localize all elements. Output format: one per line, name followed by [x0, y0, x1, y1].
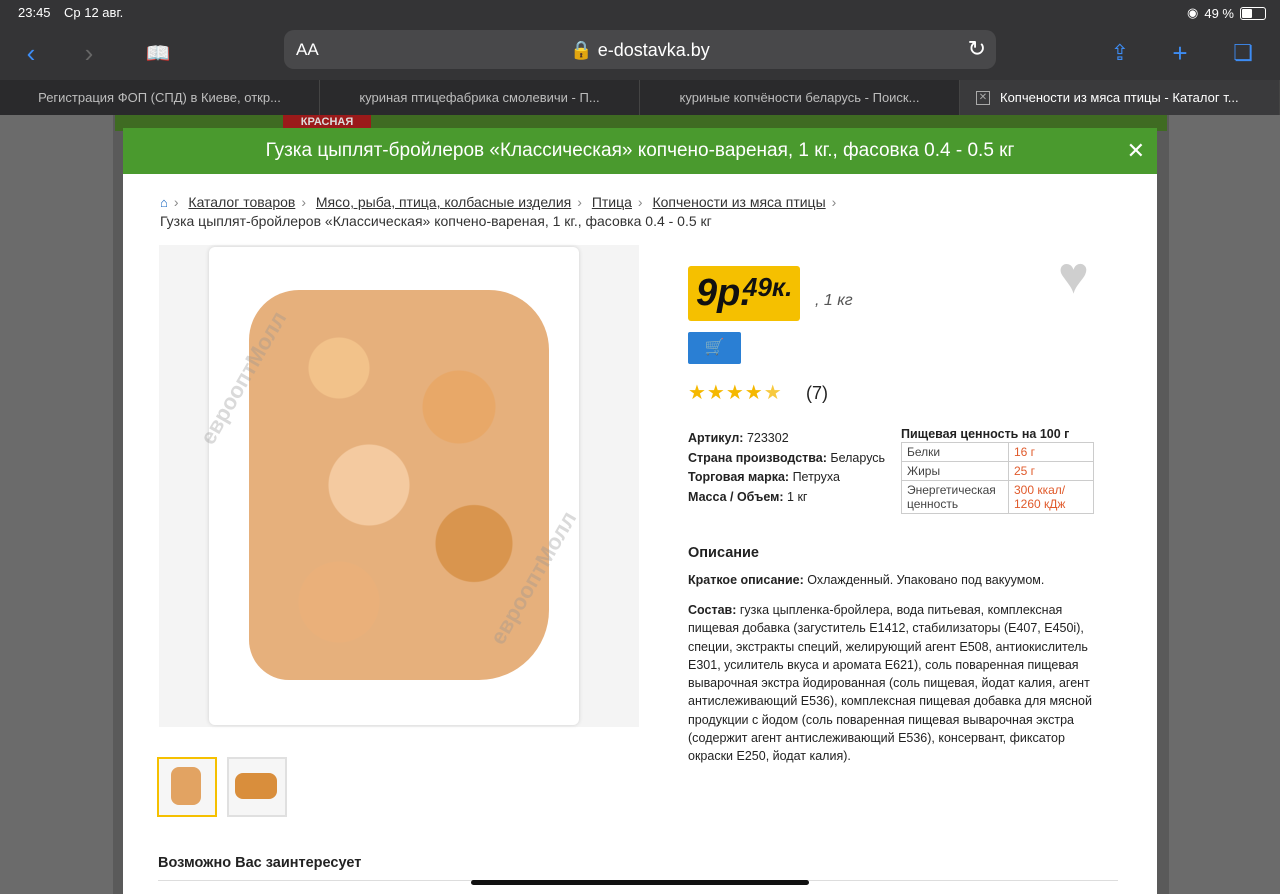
tab-4-label: Копчености из мяса птицы - Каталог т... — [1000, 90, 1239, 105]
price-unit: , 1 кг — [815, 292, 853, 309]
spec-article: Артикул: 723302 — [688, 429, 885, 449]
table-row: Энергетическая ценность 300 ккал/ 1260 кД… — [901, 480, 1094, 514]
thumbnail-1[interactable] — [157, 757, 217, 817]
breadcrumb-catalog[interactable]: Каталог товаров — [188, 194, 295, 210]
tab-1[interactable]: Регистрация ФОП (СПД) в Киеве, откр... — [0, 80, 320, 115]
tab-4-active[interactable]: ✕ Копчености из мяса птицы - Каталог т..… — [960, 80, 1280, 115]
tab-2[interactable]: куриная птицефабрика смолевичи - П... — [320, 80, 640, 115]
add-to-cart-button[interactable]: 🛒 — [688, 332, 741, 364]
table-row: Белки 16 г — [901, 442, 1094, 462]
url-value: e-dostavka.by — [597, 40, 710, 60]
close-icon[interactable]: ✕ — [1127, 128, 1145, 174]
composition-text: гузка цыпленка-бройлера, вода питьевая, … — [688, 603, 1092, 764]
battery-icon — [1240, 6, 1266, 20]
thumbnail-list — [157, 757, 287, 817]
rating-stars: ★★★★★ — [688, 382, 783, 404]
back-button[interactable]: ‹ — [14, 36, 48, 70]
lock-icon: 🔒 — [570, 40, 593, 60]
thumbnail-2[interactable] — [227, 757, 287, 817]
share-icon[interactable]: ⇪ — [1103, 36, 1137, 70]
favorite-heart-icon[interactable]: ♥ — [1058, 246, 1089, 306]
short-description-label: Краткое описание: — [688, 573, 804, 587]
nutrient-value: 16 г — [1008, 442, 1094, 462]
spec-brand: Торговая марка: Петруха — [688, 468, 885, 488]
price-kop: 49к. — [743, 272, 793, 302]
spec-value: Петруха — [792, 470, 840, 484]
breadcrumb-poultry[interactable]: Птица — [592, 194, 632, 210]
battery-percent: 49 % — [1204, 5, 1234, 21]
modal-title: Гузка цыплят-бройлеров «Классическая» ко… — [265, 140, 1015, 161]
tab-strip: Регистрация ФОП (СПД) в Киеве, откр... к… — [0, 80, 1280, 115]
nutrient-value: 25 г — [1008, 461, 1094, 481]
new-tab-icon[interactable]: + — [1163, 36, 1197, 70]
composition: Состав: гузка цыпленка-бройлера, вода пи… — [688, 601, 1108, 766]
spec-label: Торговая марка: — [688, 470, 790, 484]
status-date: Ср 12 авг. — [64, 5, 124, 20]
tabs-overview-icon[interactable]: ❏ — [1226, 36, 1260, 70]
spec-label: Артикул: — [688, 431, 744, 445]
description-heading: Описание — [688, 545, 759, 561]
nutrition-table: Белки 16 г Жиры 25 г Энергетическая ценнос… — [901, 442, 1094, 514]
nutrition-title: Пищевая ценность на 100 г — [901, 427, 1070, 441]
forward-button[interactable]: › — [72, 36, 106, 70]
short-description: Краткое описание: Охлажденный. Упаковано… — [688, 573, 1044, 587]
nutrient-name: Жиры — [901, 461, 1009, 481]
status-time: 23:45 — [18, 5, 51, 20]
rating-count[interactable]: (7) — [806, 383, 828, 404]
background-logo: КРАСНАЯ — [283, 115, 371, 129]
browser-toolbar: ‹ › 📖 AA 🔒 e-dostavka.by ↻ ⇪ + ❏ — [0, 28, 1280, 80]
status-bar: 23:45 Ср 12 авг. ◉ 49 % — [0, 0, 1280, 28]
composition-label: Состав: — [688, 603, 737, 617]
short-description-text: Охлажденный. Упаковано под вакуумом. — [807, 573, 1045, 587]
status-right: ◉ 49 % — [1187, 5, 1266, 21]
address-bar[interactable]: AA 🔒 e-dostavka.by ↻ — [284, 30, 996, 69]
spec-label: Страна производства: — [688, 450, 827, 465]
breadcrumb: ⌂ › Каталог товаров › Мясо, рыба, птица, к… — [160, 194, 837, 210]
cart-icon: 🛒 — [704, 339, 725, 356]
nutrient-value: 300 ккал/ 1260 кДж — [1008, 480, 1094, 514]
nutrient-name: Белки — [901, 442, 1009, 462]
spec-weight: Масса / Объем: 1 кг — [688, 488, 885, 508]
breadcrumb-current: Гузка цыплят-бройлеров «Классическая» ко… — [160, 213, 712, 229]
close-tab-icon[interactable]: ✕ — [976, 90, 990, 105]
related-heading: Возможно Вас заинтересует — [158, 855, 362, 871]
spec-list: Артикул: 723302 Страна производства: Бел… — [688, 429, 885, 507]
breadcrumb-meat[interactable]: Мясо, рыба, птица, колбасные изделия — [316, 194, 571, 210]
table-row: Жиры 25 г — [901, 461, 1094, 481]
home-icon[interactable]: ⌂ — [160, 195, 168, 210]
tab-3[interactable]: куриные копчёности беларусь - Поиск... — [640, 80, 960, 115]
price-tag: 9р. 49к. — [688, 266, 800, 321]
spec-value: Беларусь — [830, 450, 886, 465]
nutrient-name: Энергетическая ценность — [901, 480, 1009, 514]
bookmarks-icon[interactable]: 📖 — [141, 36, 175, 70]
wifi-icon: ◉ — [1187, 5, 1199, 20]
product-image[interactable]: еврооптМолл еврооптМолл — [159, 245, 639, 727]
reload-icon[interactable]: ↻ — [968, 36, 986, 62]
url-text: 🔒 e-dostavka.by — [284, 40, 996, 61]
spec-label: Масса / Объем: — [688, 489, 784, 504]
breadcrumb-smoked[interactable]: Копчености из мяса птицы — [652, 194, 825, 210]
home-indicator[interactable] — [471, 880, 809, 885]
spec-value: 723302 — [746, 431, 789, 445]
product-modal: Гузка цыплят-бройлеров «Классическая» ко… — [123, 128, 1157, 894]
modal-header: Гузка цыплят-бройлеров «Классическая» ко… — [123, 128, 1157, 174]
spec-value: 1 кг — [787, 489, 808, 504]
spec-country: Страна производства: Беларусь — [688, 449, 885, 469]
